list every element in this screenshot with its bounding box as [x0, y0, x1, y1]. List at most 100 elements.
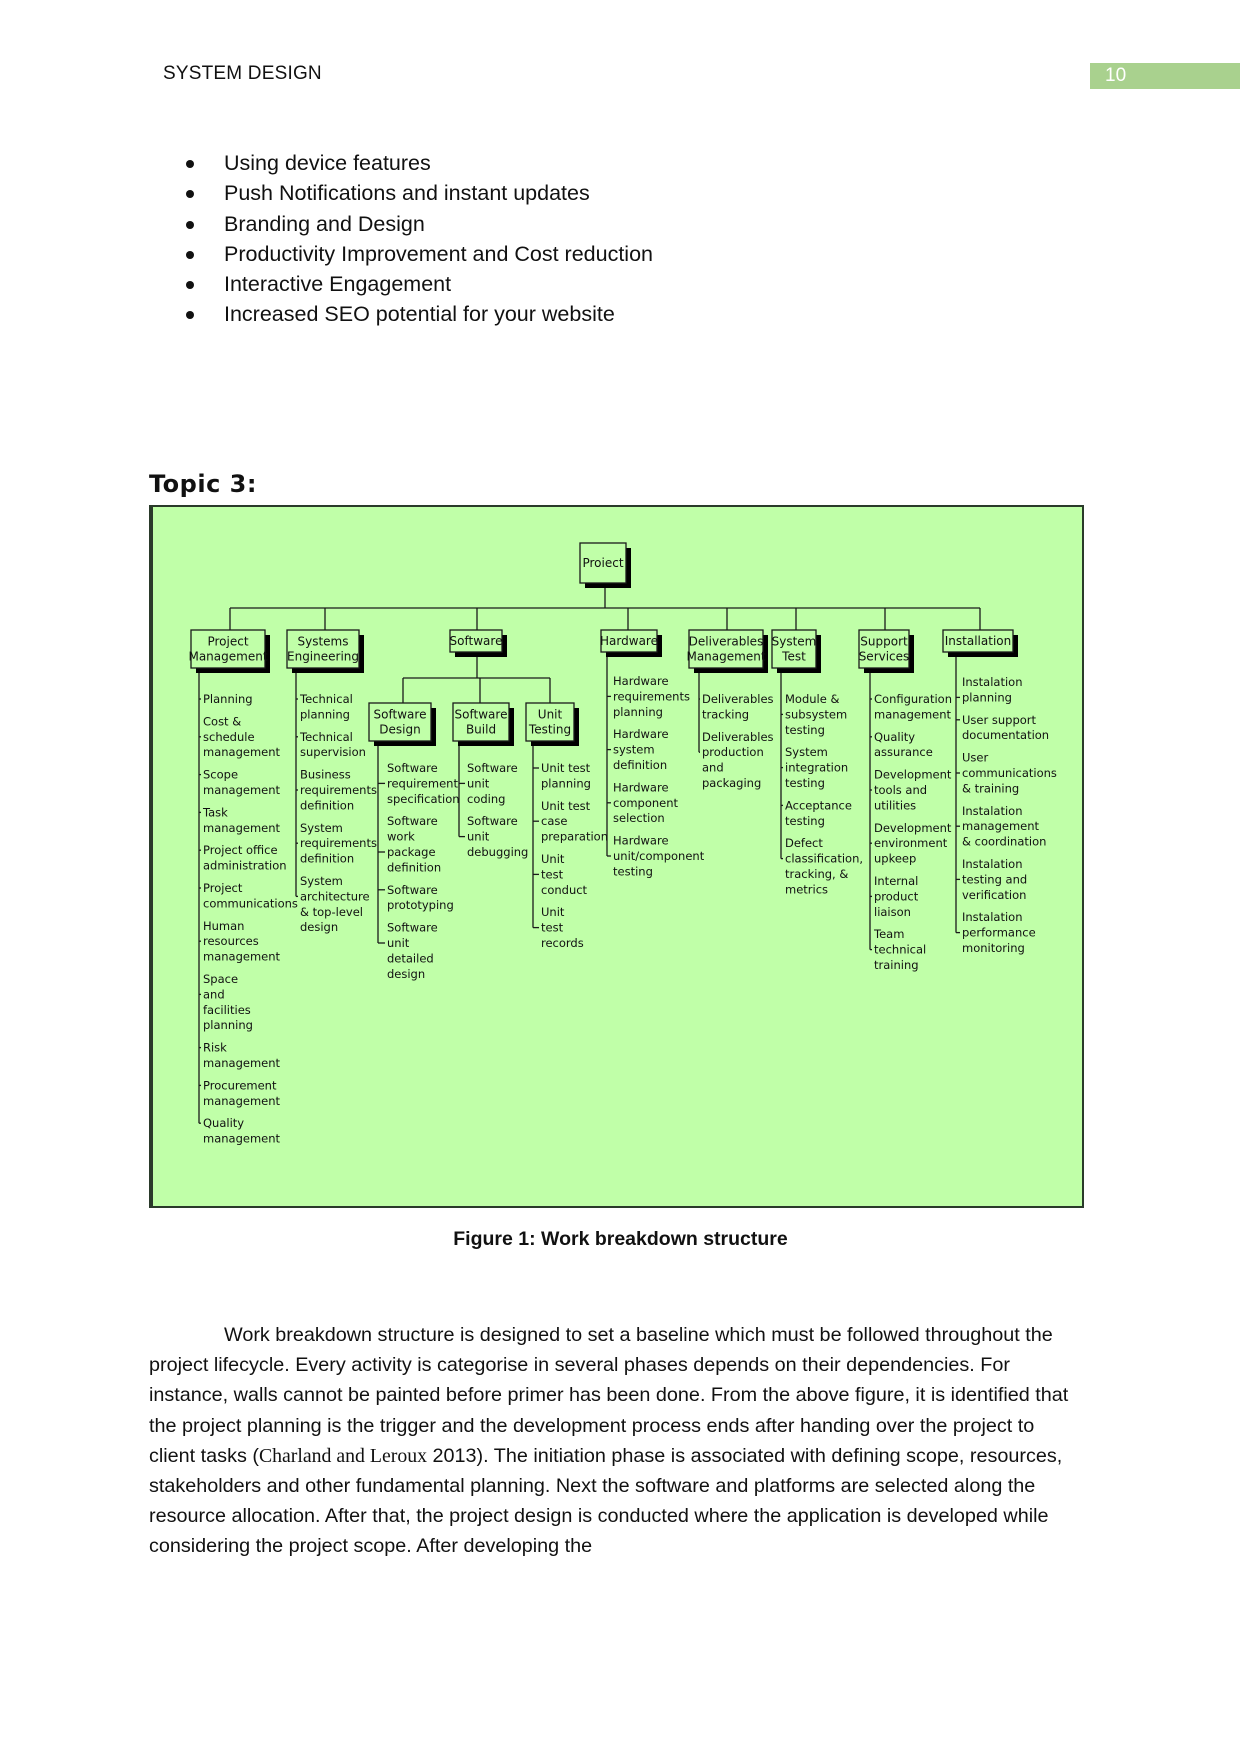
wbs-item-text: package — [387, 845, 436, 859]
wbs-item-text: tracking, & — [785, 867, 848, 881]
wbs-item-text: Instalation — [962, 910, 1023, 924]
wbs-item-text: documentation — [962, 728, 1049, 742]
wbs-item-text: coding — [467, 792, 505, 806]
wbs-item-text: production — [702, 745, 764, 759]
wbs-item-text: management — [203, 1094, 281, 1108]
wbs-item-text: definition — [613, 758, 667, 772]
wbs-item-text: utilities — [874, 798, 916, 812]
wbs-item-text: Unit test — [541, 799, 591, 813]
wbs-item-text: and — [702, 761, 724, 775]
wbs-item-text: schedule — [203, 730, 255, 744]
bullet-icon — [186, 250, 194, 259]
box-label: Software — [455, 708, 508, 722]
wbs-item-text: Cost & — [203, 714, 241, 728]
wbs-item-text: test — [541, 867, 564, 881]
body-paragraph: Work breakdown structure is designed to … — [149, 1324, 1069, 1558]
wbs-item-text: unit — [387, 936, 410, 950]
wbs-item-text: specification — [387, 792, 460, 806]
wbs-item-text: Configuration — [874, 692, 952, 706]
wbs-item-text: Software — [387, 883, 438, 897]
box-label: Design — [379, 723, 420, 737]
wbs-item-text: technical — [874, 943, 926, 957]
header-title: SYSTEM DESIGN — [163, 63, 322, 84]
wbs-item-text: Development — [874, 768, 952, 782]
wbs-item-text: testing — [785, 723, 825, 737]
wbs-item-text: verification — [962, 888, 1026, 902]
wbs-item-text: liaison — [874, 905, 911, 919]
wbs-item-text: and — [203, 987, 225, 1001]
wbs-item-text: & top-level — [300, 905, 363, 919]
bullet-item: Increased SEO potential for your website — [183, 299, 653, 329]
wbs-item-text: test — [541, 921, 564, 935]
box-label: System — [772, 635, 817, 649]
box-label: Installation — [945, 634, 1011, 648]
wbs-item-text: management — [203, 745, 281, 759]
wbs-item-text: management — [203, 950, 281, 964]
wbs-item-text: Hardware — [613, 834, 669, 848]
wbs-item-text: Hardware — [613, 674, 669, 688]
wbs-item-text: assurance — [874, 745, 933, 759]
wbs-item-text: monitoring — [962, 941, 1025, 955]
wbs-item-text: definition — [300, 852, 354, 866]
wbs-item-text: Instalation — [962, 804, 1023, 818]
box-label: Unit — [538, 708, 563, 722]
wbs-item-text: Quality — [203, 1116, 244, 1130]
wbs-item-text: unit/component — [613, 849, 705, 863]
wbs-item-text: Business — [300, 768, 351, 782]
bullet-item: Push Notifications and instant updates — [183, 178, 653, 208]
wbs-item-text: subsystem — [785, 707, 847, 721]
wbs-item-text: architecture — [300, 889, 370, 903]
wbs-item-text: metrics — [785, 882, 828, 896]
wbs-item-text: product — [874, 889, 919, 903]
wbs-item-text: requirement — [387, 776, 458, 790]
wbs-item-text: Team — [873, 927, 904, 941]
box-label: Software — [450, 634, 503, 648]
wbs-item-text: Acceptance — [785, 798, 852, 812]
topic-heading: Topic 3: — [149, 470, 257, 498]
wbs-item-text: Hardware — [613, 727, 669, 741]
wbs-item-text: planning — [203, 1018, 253, 1032]
wbs-item-text: Instalation — [962, 857, 1023, 871]
bullet-item: Branding and Design — [183, 209, 653, 239]
wbs-item-text: Hardware — [613, 780, 669, 794]
wbs-item-text: Human — [203, 919, 244, 933]
wbs-item-text: system — [613, 743, 655, 757]
wbs-item-text: management — [203, 1132, 281, 1146]
page-number: 10 — [1090, 63, 1240, 89]
wbs-item-text: testing — [613, 864, 653, 878]
box-label: Project — [207, 635, 248, 649]
box-label: Deliverables — [689, 635, 764, 649]
box-label: Management — [188, 650, 267, 664]
box-label: Management — [686, 650, 765, 664]
wbs-item-text: Software — [387, 921, 438, 935]
box-label: Testing — [528, 723, 571, 737]
feature-bullet-list: Using device features Push Notifications… — [183, 148, 653, 330]
wbs-item-text: testing — [785, 814, 825, 828]
wbs-item-text: upkeep — [874, 852, 916, 866]
wbs-item-text: Defect — [785, 836, 823, 850]
wbs-item-text: requirements — [300, 836, 377, 850]
wbs-item-text: planning — [613, 705, 663, 719]
wbs-item-text: management — [203, 821, 281, 835]
wbs-item-text: debugging — [467, 845, 528, 859]
wbs-item-text: Task — [202, 805, 228, 819]
wbs-item-text: Technical — [299, 692, 353, 706]
wbs-item-text: preparation — [541, 830, 608, 844]
wbs-item-text: Unit test — [541, 761, 591, 775]
wbs-item-text: Project office — [203, 843, 278, 857]
wbs-item-text: case — [541, 814, 567, 828]
box-label: Test — [781, 650, 806, 664]
wbs-item-text: management — [203, 783, 281, 797]
box-label: Software — [374, 708, 427, 722]
bullet-icon — [186, 190, 194, 199]
wbs-item-text: Instalation — [962, 675, 1023, 689]
wbs-item-text: Software — [467, 814, 518, 828]
wbs-item-text: management — [203, 1056, 281, 1070]
wbs-item-text: & training — [962, 781, 1019, 795]
wbs-item-text: supervision — [300, 745, 366, 759]
bullet-icon — [186, 160, 194, 168]
wbs-item-text: unit — [467, 830, 490, 844]
wbs-item-text: User support — [962, 713, 1037, 727]
wbs-item-text: management — [962, 819, 1040, 833]
wbs-item-text: requirements — [613, 689, 690, 703]
